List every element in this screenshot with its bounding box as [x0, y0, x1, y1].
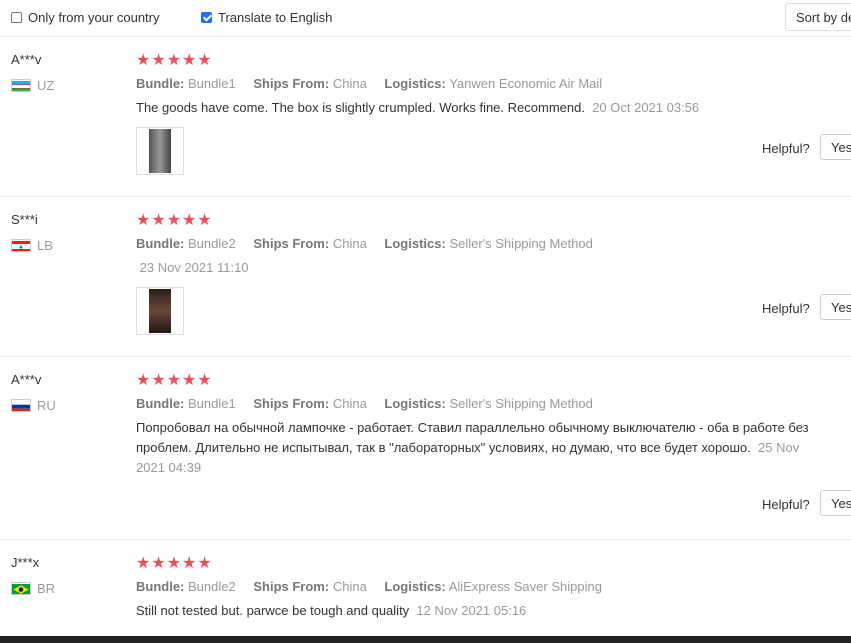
ships-from-label: Ships From: [253, 76, 330, 91]
helpful-yes-button[interactable]: Yes [820, 490, 851, 516]
review-meta: Bundle: Bundle1 Ships From: China Logist… [136, 76, 602, 91]
ships-from-label: Ships From: [253, 579, 330, 594]
review-text: The goods have come. The box is slightly… [136, 98, 846, 118]
reviewer-country: LB [11, 238, 53, 253]
sort-dropdown[interactable]: Sort by de [785, 3, 851, 31]
bundle-value: Bundle2 [188, 236, 236, 251]
review-item: S***i LB ★★★★★ Bundle: Bundle2 Ships Fro… [0, 197, 851, 357]
rating-stars: ★★★★★ [136, 52, 213, 69]
review-date: 20 Oct 2021 03:56 [592, 100, 700, 115]
logistics-value: Seller's Shipping Method [449, 236, 593, 251]
country-code: UZ [37, 78, 55, 93]
review-date: 23 Nov 2021 11:10 [139, 260, 249, 275]
ships-from-label: Ships From: [253, 236, 330, 251]
bundle-label: Bundle: [136, 76, 185, 91]
rating-stars: ★★★★★ [136, 212, 213, 229]
review-body-line: проблем. Длительно не испытывал, так в "… [136, 440, 800, 455]
bundle-label: Bundle: [136, 579, 185, 594]
bundle-label: Bundle: [136, 236, 185, 251]
ships-from-value: China [332, 579, 367, 594]
translate-label: Translate to English [218, 10, 333, 25]
rating-stars: ★★★★★ [136, 372, 213, 389]
product-photo-image [149, 289, 171, 333]
rating-stars: ★★★★★ [136, 555, 213, 572]
ships-from-label: Ships From: [253, 396, 330, 411]
logistics-label: Logistics: [384, 579, 446, 594]
reviewer-name: J***x [11, 555, 40, 570]
country-code: BR [37, 581, 56, 596]
helpful-yes-button[interactable]: Yes [820, 134, 851, 160]
review-item: A***v RU ★★★★★ Bundle: Bundle1 Ships Fro… [0, 357, 851, 540]
translate-filter[interactable]: Translate to English [201, 10, 332, 25]
review-text: 23 Nov 2021 11:10 [136, 258, 846, 278]
bundle-value: Bundle2 [188, 579, 236, 594]
reviewer-name: S***i [11, 212, 38, 227]
logistics-label: Logistics: [384, 396, 446, 411]
review-meta: Bundle: Bundle1 Ships From: China Logist… [136, 396, 593, 411]
review-item: J***x BR ★★★★★ Bundle: Bundle2 Ships Fro… [0, 540, 851, 636]
bundle-label: Bundle: [136, 396, 185, 411]
review-text: Попробовал на обычной лампочке - работае… [136, 418, 846, 478]
helpful-label: Helpful? [762, 301, 810, 316]
country-code: RU [37, 398, 56, 413]
logistics-value: AliExpress Saver Shipping [448, 579, 602, 594]
ships-from-value: China [332, 76, 367, 91]
review-body: The goods have come. The box is slightly… [136, 100, 585, 115]
reviewer-country: UZ [11, 78, 54, 93]
country-code: LB [37, 238, 53, 253]
logistics-value: Seller's Shipping Method [449, 396, 593, 411]
reviewer-country: RU [11, 398, 56, 413]
review-meta: Bundle: Bundle2 Ships From: China Logist… [136, 579, 602, 594]
reviewer-name: A***v [11, 52, 42, 67]
logistics-value: Yanwen Economic Air Mail [449, 76, 603, 91]
review-text: Still not tested but. parwce be tough an… [136, 601, 846, 621]
review-photo-thumbnail[interactable] [136, 287, 184, 335]
only-from-country-checkbox[interactable] [11, 12, 22, 23]
bottom-dark-bar [0, 636, 851, 643]
logistics-label: Logistics: [384, 76, 446, 91]
helpful-label: Helpful? [762, 141, 810, 156]
review-body: Still not tested but. parwce be tough an… [136, 603, 410, 618]
ships-from-value: China [332, 236, 367, 251]
review-date: 12 Nov 2021 05:16 [416, 603, 527, 618]
ships-from-value: China [332, 396, 367, 411]
review-meta: Bundle: Bundle2 Ships From: China Logist… [136, 236, 593, 251]
review-photo-thumbnail[interactable] [136, 127, 184, 175]
review-body-line: Попробовал на обычной лампочке - работае… [136, 420, 809, 435]
bundle-value: Bundle1 [188, 396, 236, 411]
only-from-country-filter[interactable]: Only from your country [11, 10, 160, 25]
bundle-value: Bundle1 [188, 76, 236, 91]
review-date-continued: 2021 04:39 [136, 460, 202, 475]
reviewer-name: A***v [11, 372, 42, 387]
reviewer-country: BR [11, 581, 55, 596]
helpful-yes-button[interactable]: Yes [820, 294, 851, 320]
br-flag-icon [11, 582, 31, 595]
review-filter-bar: Only from your country Translate to Engl… [0, 0, 851, 37]
review-date: 25 Nov [758, 440, 800, 455]
uz-flag-icon [11, 79, 31, 92]
review-item: A***v UZ ★★★★★ Bundle: Bundle1 Ships Fro… [0, 37, 851, 197]
product-photo-image [149, 129, 171, 173]
logistics-label: Logistics: [384, 236, 446, 251]
helpful-label: Helpful? [762, 497, 810, 512]
translate-checkbox[interactable] [201, 12, 212, 23]
only-from-country-label: Only from your country [28, 10, 160, 25]
lb-flag-icon [11, 239, 31, 252]
ru-flag-icon [11, 399, 31, 412]
